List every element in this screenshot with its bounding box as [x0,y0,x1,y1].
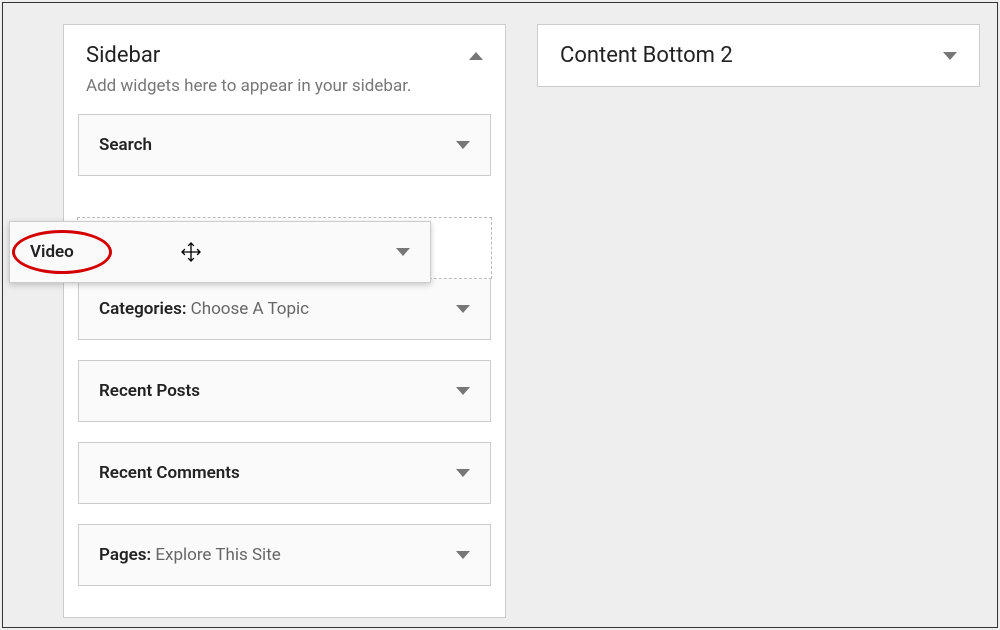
widget-label: Search [99,135,152,155]
widget-label: Recent Posts [99,381,200,401]
chevron-down-icon[interactable] [396,248,410,256]
widget-area-header[interactable]: Content Bottom 2 [538,25,979,86]
widget-item-pages[interactable]: Pages: Explore This Site [78,524,491,586]
chevron-down-icon[interactable] [456,305,470,313]
annotation-highlight-ellipse [12,230,112,274]
widget-area-header[interactable]: Sidebar [64,25,505,76]
widget-item-search[interactable]: Search [78,114,491,176]
widget-label: Recent Comments [99,463,240,483]
widget-item-recent-posts[interactable]: Recent Posts [78,360,491,422]
chevron-down-icon[interactable] [456,469,470,477]
widget-area-title: Sidebar [86,43,160,68]
widget-label: Pages: Explore This Site [99,545,281,565]
widget-area-sidebar[interactable]: Sidebar Add widgets here to appear in yo… [63,24,506,618]
widget-area-description: Add widgets here to appear in your sideb… [64,76,505,114]
move-cursor-icon [179,240,203,264]
chevron-down-icon[interactable] [456,141,470,149]
widget-item-categories[interactable]: Categories: Choose A Topic [78,278,491,340]
widget-area-title: Content Bottom 2 [560,43,733,68]
chevron-down-icon[interactable] [943,52,957,60]
chevron-down-icon[interactable] [456,387,470,395]
widget-area-content-bottom-2[interactable]: Content Bottom 2 [537,24,980,87]
widget-item-recent-comments[interactable]: Recent Comments [78,442,491,504]
widgets-stack: Search Categories: Choose A Topic Recent… [64,114,505,600]
chevron-down-icon[interactable] [456,551,470,559]
chevron-up-icon[interactable] [469,52,483,60]
widget-label: Categories: Choose A Topic [99,299,309,319]
page-frame: Sidebar Add widgets here to appear in yo… [2,2,998,628]
